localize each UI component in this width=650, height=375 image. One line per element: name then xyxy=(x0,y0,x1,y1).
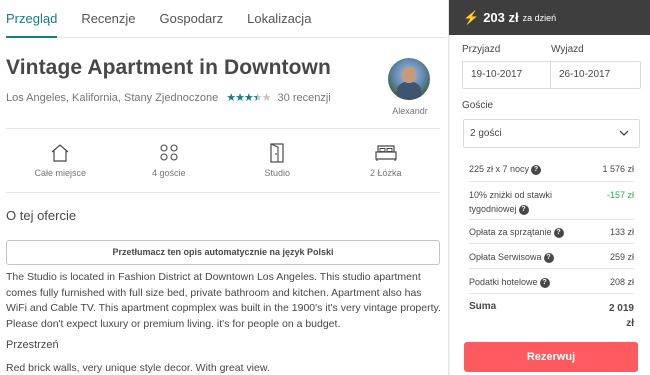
total-label: Suma xyxy=(469,301,497,312)
amenity-guests: 4 goście xyxy=(115,142,224,178)
price-row-service: Opłata Serwisowa? 259 zł xyxy=(469,252,634,263)
amenity-beds: 2 Łóżka xyxy=(332,142,441,178)
amenities-row: Całe miejsce 4 goście Studio 2 Łóżka xyxy=(6,142,440,178)
space-heading: Przestrzeń xyxy=(6,339,59,351)
price-row-discount: 10% zniżki od stawki tygodniowej? -157 z… xyxy=(469,188,634,216)
help-icon[interactable]: ? xyxy=(543,252,554,263)
location-link[interactable]: Los Angeles, Kalifornia, Stany Zjednoczo… xyxy=(6,92,218,104)
row-label: Opłata za sprzątanie xyxy=(469,227,552,237)
tab-host[interactable]: Gospodarz xyxy=(160,0,224,38)
checkout-label: Wyjazd xyxy=(551,44,584,55)
row-value: 133 zł xyxy=(609,227,634,237)
avatar[interactable] xyxy=(388,58,430,100)
row-value: -157 zł xyxy=(606,190,634,200)
translate-button[interactable]: Przetłumacz ten opis automatycznie na ję… xyxy=(6,240,440,265)
row-label: Podatki hotelowe xyxy=(469,277,538,287)
home-icon xyxy=(6,142,115,164)
checkin-field[interactable]: 19-10-2017 xyxy=(462,61,551,89)
price-row-nights: 225 zł x 7 nocy? 1 576 zł xyxy=(469,164,634,175)
row-value: 208 zł xyxy=(609,277,634,287)
bed-icon xyxy=(332,142,441,164)
booking-form: Przyjazd Wyjazd 19-10-2017 26-10-2017 Go… xyxy=(450,35,650,375)
help-icon[interactable]: ? xyxy=(518,204,529,215)
tab-bar: Przegląd Recenzje Gospodarz Lokalizacja xyxy=(6,0,447,38)
about-heading: O tej ofercie xyxy=(6,208,77,223)
amenity-label: Studio xyxy=(264,168,291,178)
divider xyxy=(469,243,634,244)
listing-description: The Studio is located in Fashion Distric… xyxy=(6,271,441,330)
amenity-entire-place: Całe miejsce xyxy=(6,142,115,178)
row-label: 10% zniżki od stawki tygodniowej xyxy=(469,190,553,214)
row-label: Opłata Serwisowa xyxy=(469,252,542,262)
host-block[interactable]: Alexandr xyxy=(388,58,432,116)
chevron-down-icon xyxy=(619,120,629,159)
reviews-count[interactable]: 30 recenzji xyxy=(278,92,331,104)
door-icon xyxy=(223,142,332,164)
divider xyxy=(6,192,440,193)
row-value: 259 zł xyxy=(609,252,634,262)
nightly-price: 203 zł xyxy=(483,10,519,25)
instant-book-icon: ⚡ xyxy=(463,9,480,25)
tab-overview[interactable]: Przegląd xyxy=(6,0,58,38)
listing-main: Przegląd Recenzje Gospodarz Lokalizacja … xyxy=(0,0,447,375)
row-value: 1 576 zł xyxy=(602,164,634,174)
tab-reviews[interactable]: Recenzje xyxy=(81,0,135,38)
checkin-label: Przyjazd xyxy=(462,44,501,55)
reserve-button[interactable]: Rezerwuj xyxy=(464,342,638,372)
host-name: Alexandr xyxy=(392,106,428,116)
total-value: 2 019 zł xyxy=(608,303,634,329)
divider xyxy=(6,128,440,129)
guests-label: Goście xyxy=(462,100,494,111)
amenity-label: 2 Łóżka xyxy=(369,168,402,178)
checkout-field[interactable]: 26-10-2017 xyxy=(550,61,641,89)
price-row-taxes: Podatki hotelowe? 208 zł xyxy=(469,277,634,288)
guests-icon xyxy=(115,142,224,164)
amenity-label: Całe miejsce xyxy=(34,168,87,178)
divider xyxy=(469,181,634,182)
price-bar: ⚡ 203 zł za dzień xyxy=(449,0,650,35)
rating-stars: ★★★★★★ xyxy=(226,92,271,104)
divider xyxy=(469,219,634,220)
guests-select[interactable]: 2 gości xyxy=(463,119,640,148)
amenity-room-type: Studio xyxy=(223,142,332,178)
price-total: Suma 2 019 zł xyxy=(469,301,634,331)
price-row-cleaning: Opłata za sprzątanie? 133 zł xyxy=(469,227,634,238)
row-label: 225 zł x 7 nocy xyxy=(469,164,530,174)
space-description: Red brick walls, very unique style decor… xyxy=(6,362,270,374)
amenity-label: 4 goście xyxy=(151,168,186,178)
listing-subline: Los Angeles, Kalifornia, Stany Zjednoczo… xyxy=(6,91,331,105)
help-icon[interactable]: ? xyxy=(531,164,542,175)
guests-value: 2 gości xyxy=(470,128,502,139)
price-unit: za dzień xyxy=(522,12,557,23)
help-icon[interactable]: ? xyxy=(553,227,564,238)
divider xyxy=(469,268,634,269)
listing-title: Vintage Apartment in Downtown xyxy=(6,56,331,79)
tab-location[interactable]: Lokalizacja xyxy=(247,0,311,38)
booking-panel: ⚡ 203 zł za dzień Przyjazd Wyjazd 19-10-… xyxy=(448,0,650,375)
help-icon[interactable]: ? xyxy=(539,277,550,288)
divider xyxy=(469,293,634,294)
